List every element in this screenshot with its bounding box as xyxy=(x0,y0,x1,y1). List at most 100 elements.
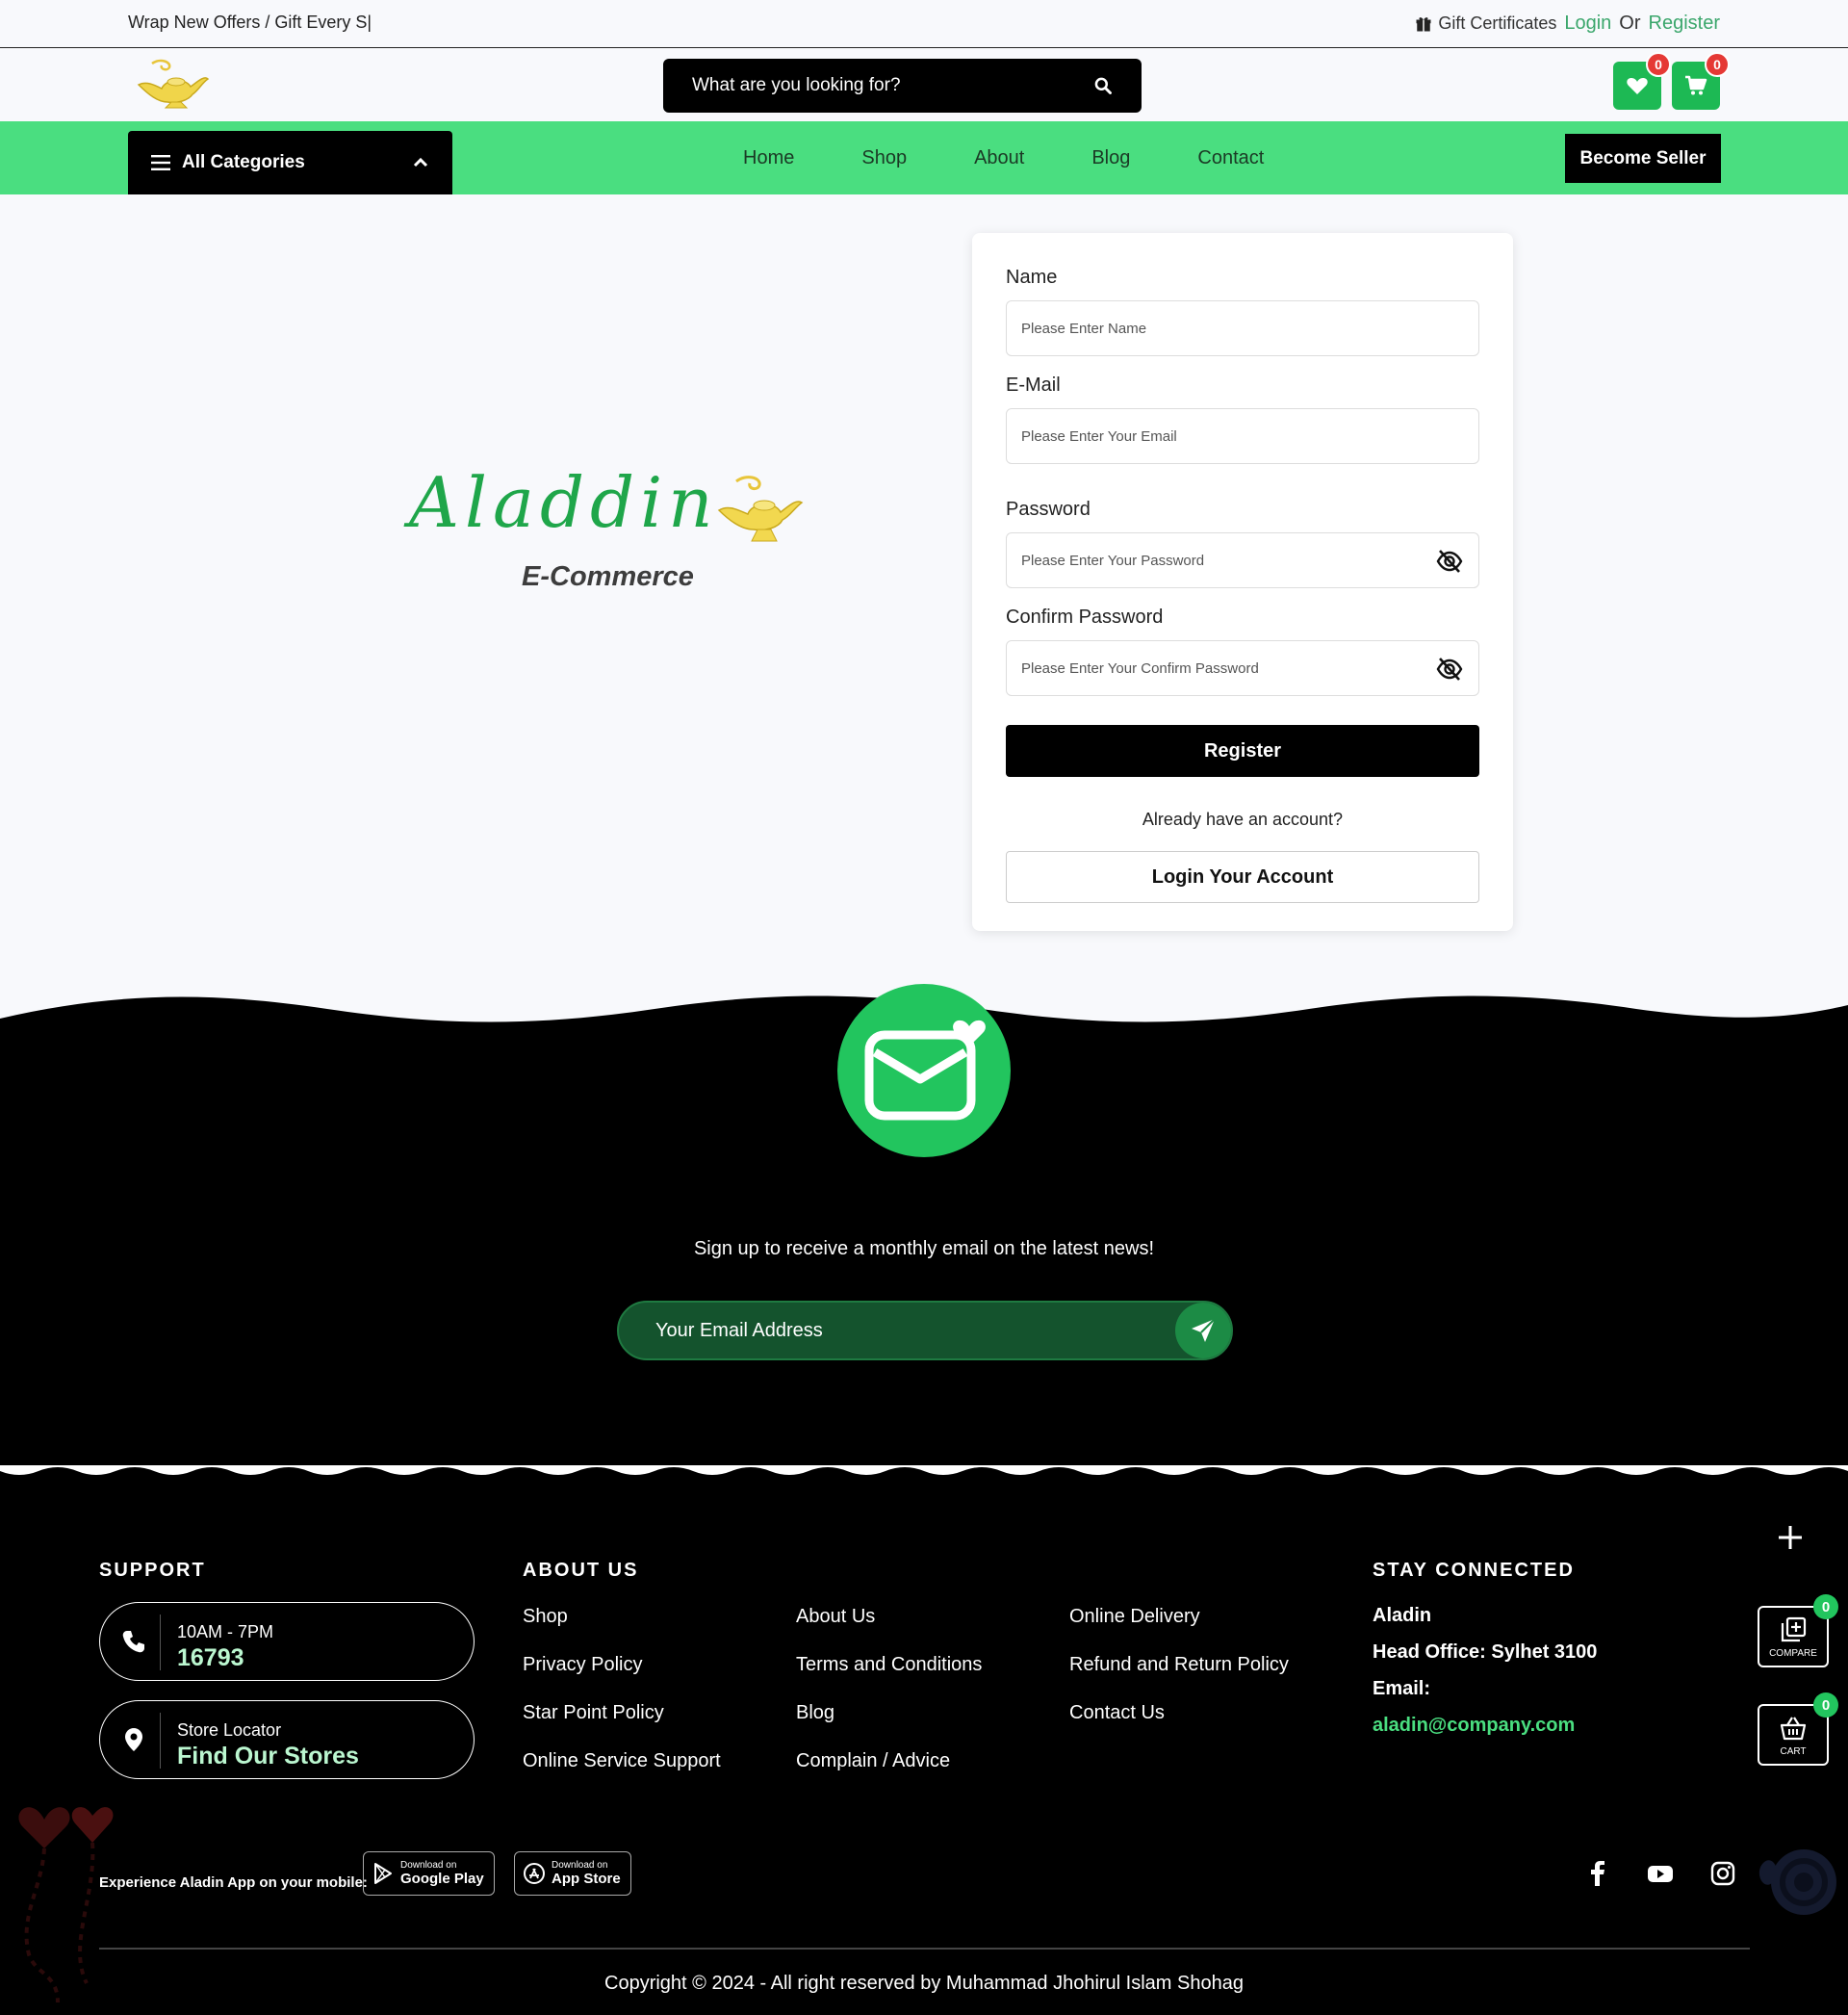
login-account-button[interactable]: Login Your Account xyxy=(1006,851,1479,903)
app-promo-text: Experience Aladin App on your mobile: xyxy=(99,1874,368,1891)
confirm-password-field[interactable] xyxy=(1006,640,1479,696)
confirm-password-label: Confirm Password xyxy=(1006,607,1164,628)
instagram-icon[interactable] xyxy=(1708,1859,1737,1888)
basket-icon xyxy=(1780,1716,1807,1740)
app-store-name: App Store xyxy=(552,1871,621,1887)
register-form-card: Name E-Mail Password Confirm Password Re… xyxy=(972,233,1513,931)
name-label: Name xyxy=(1006,267,1058,288)
top-bar: Wrap New Offers / Gift Every S| Gift Cer… xyxy=(0,0,1848,48)
support-hotline-box[interactable]: 10AM - 7PM 16793 xyxy=(99,1602,475,1681)
brand-logo: Aladdin E-Commerce xyxy=(409,462,813,607)
search-bar[interactable] xyxy=(663,59,1142,113)
all-categories-button[interactable]: All Categories xyxy=(128,131,452,194)
cart-label: CART xyxy=(1780,1745,1807,1757)
contact-email-link[interactable]: aladin@company.com xyxy=(1373,1715,1597,1751)
nav-item-blog[interactable]: Blog xyxy=(1058,147,1164,169)
nav-menu: Home Shop About Blog Contact xyxy=(709,121,1297,194)
footer-link-privacy[interactable]: Privacy Policy xyxy=(523,1652,721,1700)
register-button[interactable]: Register xyxy=(1006,725,1479,777)
newsletter-email-input[interactable] xyxy=(655,1303,1156,1358)
become-seller-button[interactable]: Become Seller xyxy=(1565,134,1721,183)
email-label: Email: xyxy=(1373,1678,1431,1699)
compare-floating-button[interactable]: COMPARE 0 xyxy=(1758,1594,1838,1667)
compare-label: COMPARE xyxy=(1769,1647,1817,1659)
magic-lamp-icon xyxy=(717,476,804,542)
app-store-icon xyxy=(524,1863,545,1884)
google-play-top: Download on xyxy=(400,1860,457,1871)
footer-link-service-support[interactable]: Online Service Support xyxy=(523,1748,721,1796)
cart-button[interactable]: 0 xyxy=(1672,52,1730,110)
nav-item-contact[interactable]: Contact xyxy=(1164,147,1297,169)
google-play-icon xyxy=(374,1863,392,1884)
stay-connected-heading: STAY CONNECTED xyxy=(1373,1560,1575,1581)
eye-slash-icon[interactable] xyxy=(1436,549,1463,574)
app-store-button[interactable]: Download on App Store xyxy=(514,1851,631,1896)
name-input[interactable] xyxy=(1021,301,1425,355)
nav-item-about[interactable]: About xyxy=(940,147,1058,169)
app-store-top: Download on xyxy=(552,1860,608,1871)
login-link[interactable]: Login xyxy=(1564,13,1611,35)
youtube-icon[interactable] xyxy=(1646,1859,1675,1888)
google-play-button[interactable]: Download on Google Play xyxy=(363,1851,495,1896)
name-field[interactable] xyxy=(1006,300,1479,356)
gift-certificates-link[interactable]: Gift Certificates xyxy=(1415,13,1556,34)
store-locator-label: Store Locator xyxy=(177,1720,282,1740)
footer-link-about-us[interactable]: About Us xyxy=(796,1604,982,1652)
footer-link-contact[interactable]: Contact Us xyxy=(1069,1700,1289,1748)
footer-link-complain[interactable]: Complain / Advice xyxy=(796,1748,982,1796)
footer-divider xyxy=(99,1948,1750,1950)
brand-subtitle: E-Commerce xyxy=(522,561,694,592)
footer-link-star-point[interactable]: Star Point Policy xyxy=(523,1700,721,1748)
cart-floating-button[interactable]: CART 0 xyxy=(1758,1692,1838,1766)
footer-link-blog[interactable]: Blog xyxy=(796,1700,982,1748)
find-stores-link[interactable]: Find Our Stores xyxy=(177,1743,359,1770)
divider xyxy=(160,1615,161,1670)
wishlist-button[interactable]: 0 xyxy=(1613,52,1671,110)
facebook-icon[interactable] xyxy=(1583,1859,1612,1888)
email-field[interactable] xyxy=(1006,408,1479,464)
main-nav: All Categories Home Shop About Blog Cont… xyxy=(0,121,1848,194)
all-categories-label: All Categories xyxy=(182,152,305,172)
search-input[interactable] xyxy=(692,75,1093,96)
footer: SUPPORT 10AM - 7PM 16793 Store Locator F… xyxy=(0,1483,1848,2015)
compare-count-badge: 0 xyxy=(1813,1594,1838,1619)
nav-item-home[interactable]: Home xyxy=(709,147,828,169)
email-input[interactable] xyxy=(1021,409,1425,463)
logo-lamp-icon[interactable] xyxy=(133,56,210,116)
top-bar-links: Gift Certificates Login Or Register xyxy=(1415,13,1720,35)
compare-icon xyxy=(1781,1616,1807,1641)
newsletter-send-button[interactable] xyxy=(1175,1303,1231,1358)
confirm-password-input[interactable] xyxy=(1021,641,1425,695)
password-label: Password xyxy=(1006,499,1091,520)
footer-link-delivery[interactable]: Online Delivery xyxy=(1069,1604,1289,1652)
password-field[interactable] xyxy=(1006,532,1479,588)
nav-item-shop[interactable]: Shop xyxy=(828,147,940,169)
contact-info: Aladin Head Office: Sylhet 3100 Email: a… xyxy=(1373,1605,1597,1751)
newsletter-badge xyxy=(837,984,1011,1157)
target-decoration xyxy=(1758,1849,1836,1915)
plus-icon[interactable] xyxy=(1776,1523,1805,1552)
have-account-text: Already have an account? xyxy=(1142,810,1344,829)
app-store-text: Download on App Store xyxy=(552,1860,621,1887)
gift-icon xyxy=(1416,16,1431,31)
newsletter-text: Sign up to receive a monthly email on th… xyxy=(693,1238,1155,1259)
google-play-text: Download on Google Play xyxy=(400,1860,484,1887)
divider xyxy=(160,1713,161,1769)
eye-slash-icon[interactable] xyxy=(1436,657,1463,682)
footer-link-refund[interactable]: Refund and Return Policy xyxy=(1069,1652,1289,1700)
head-office: Head Office: Sylhet 3100 xyxy=(1373,1641,1598,1663)
cart-icon xyxy=(1685,75,1707,95)
support-phone: 16793 xyxy=(177,1644,244,1671)
promo-ticker: Wrap New Offers / Gift Every S| xyxy=(128,13,372,32)
search-icon[interactable] xyxy=(1093,76,1113,95)
footer-link-shop[interactable]: Shop xyxy=(523,1604,721,1652)
register-link[interactable]: Register xyxy=(1649,13,1720,35)
copyright-text: Copyright © 2024 - All right reserved by… xyxy=(604,1973,1244,1994)
footer-link-terms[interactable]: Terms and Conditions xyxy=(796,1652,982,1700)
store-locator-box[interactable]: Store Locator Find Our Stores xyxy=(99,1700,475,1779)
newsletter-form xyxy=(617,1301,1233,1360)
about-heading: ABOUT US xyxy=(523,1560,639,1581)
password-input[interactable] xyxy=(1021,533,1425,587)
phone-icon xyxy=(122,1631,144,1653)
cart-count-badge: 0 xyxy=(1813,1692,1838,1718)
